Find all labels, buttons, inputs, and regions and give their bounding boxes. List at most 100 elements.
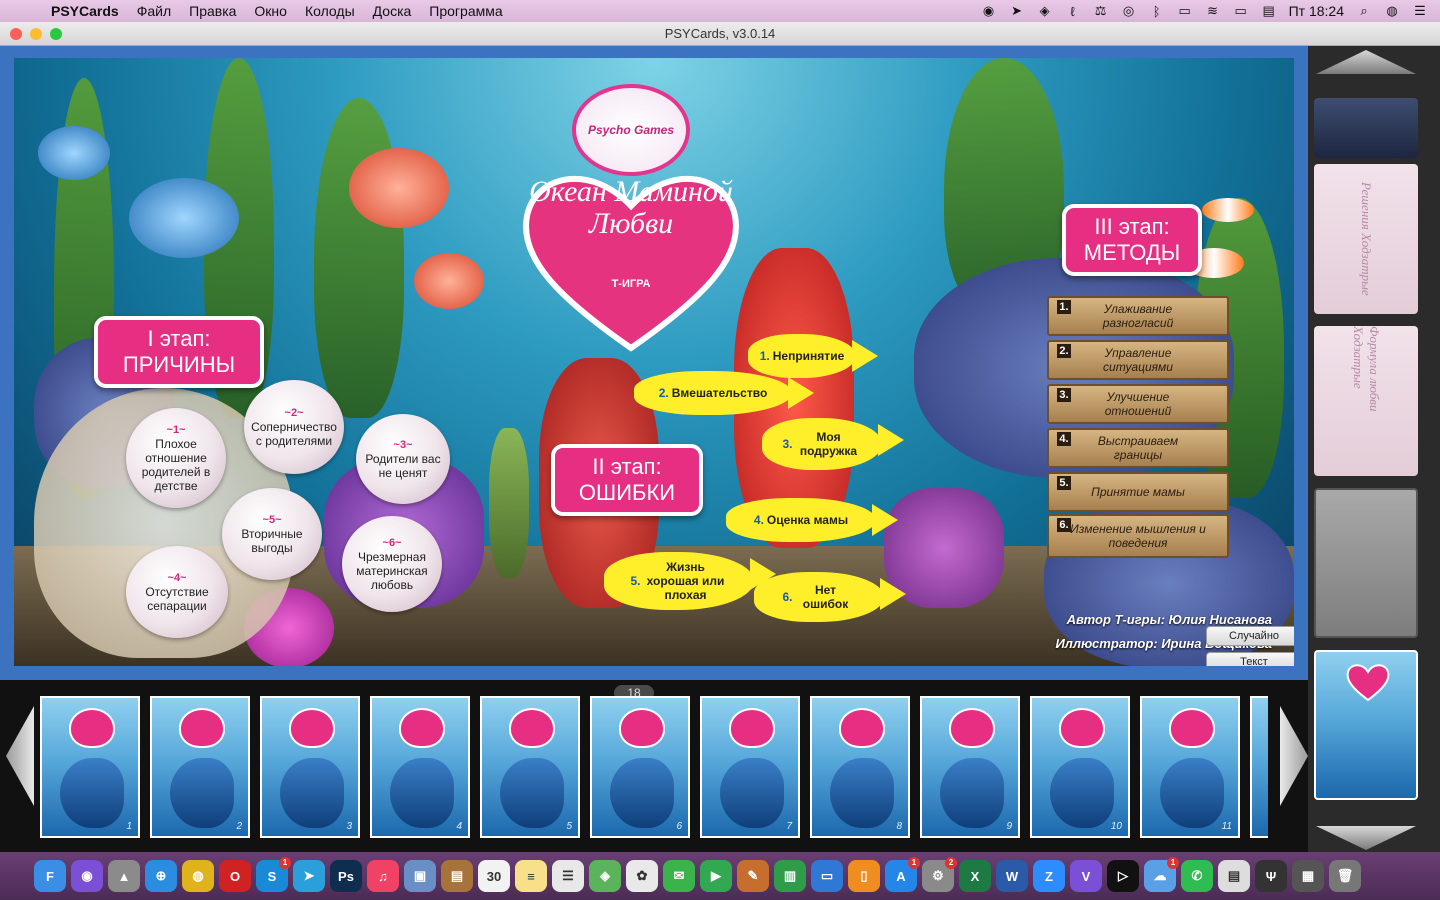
strip-card[interactable]: 5 [480, 696, 580, 838]
safari-dock-icon[interactable]: ⊕ [145, 860, 177, 892]
menu-edit[interactable]: Правка [180, 3, 245, 19]
menu-board[interactable]: Доска [364, 3, 421, 19]
opera-dock-icon[interactable]: O [219, 860, 251, 892]
eye-icon[interactable]: ◎ [1121, 3, 1137, 19]
side-deck-card[interactable]: Формула любви Ходзатрые [1314, 326, 1418, 476]
text-button[interactable]: Текст [1206, 652, 1294, 666]
fish-card-4[interactable]: 4. Оценка мамы [726, 498, 898, 542]
strip-card[interactable]: 9 [920, 696, 1020, 838]
pearl-card-3[interactable]: ~3~ Родители вас не ценят [356, 414, 450, 504]
menu-program[interactable]: Программа [420, 3, 511, 19]
music-dock-icon[interactable]: ♫ [367, 860, 399, 892]
viber-dock-icon[interactable]: V [1070, 860, 1102, 892]
notification-center-icon[interactable]: ☰ [1412, 3, 1428, 19]
plank-card-3[interactable]: 3. Улучшение отношений [1047, 384, 1229, 424]
scale-icon[interactable]: ⚖ [1093, 3, 1109, 19]
downloads-dock-icon[interactable]: ▦ [1292, 860, 1324, 892]
settings-dock-icon[interactable]: ⚙ 2 [922, 857, 957, 892]
launchpad-dock-icon[interactable]: ▲ [108, 860, 140, 892]
side-deck-card[interactable] [1314, 98, 1418, 158]
word-dock-icon[interactable]: W [996, 860, 1028, 892]
whatsapp-dock-icon[interactable]: ✆ [1181, 860, 1213, 892]
textedit-dock-icon[interactable]: ▤ [1218, 860, 1250, 892]
stage-1-label[interactable]: I этап: ПРИЧИНЫ [94, 316, 264, 388]
maps-dock-icon[interactable]: ◈ [589, 860, 621, 892]
menu-file[interactable]: Файл [128, 3, 180, 19]
keynote-edit-dock-icon[interactable]: ✎ [737, 860, 769, 892]
strip-card[interactable]: 7 [700, 696, 800, 838]
menu-window[interactable]: Окно [245, 3, 296, 19]
pearl-card-6[interactable]: ~6~ Чрезмерная материнская любовь [342, 516, 442, 612]
psycards-dock-icon[interactable]: Ψ [1255, 860, 1287, 892]
random-button[interactable]: Случайно [1206, 626, 1294, 646]
pearl-card-1[interactable]: ~1~ Плохое отношение родителей в детстве [126, 408, 226, 508]
flag-icon[interactable]: ▤ [1261, 3, 1277, 19]
siri-icon[interactable]: ◍ [1384, 3, 1400, 19]
spotlight-icon[interactable]: ⌕ [1356, 3, 1372, 19]
facetime-dock-icon[interactable]: ▶ [700, 860, 732, 892]
quicktime-dock-icon[interactable]: ▷ [1107, 860, 1139, 892]
script-icon[interactable]: ℓ [1065, 4, 1081, 19]
strip-card[interactable]: 11 [1140, 696, 1240, 838]
strip-card[interactable]: 6 [590, 696, 690, 838]
telegram-icon[interactable]: ➤ [1009, 3, 1025, 19]
photoshop-dock-icon[interactable]: Ps [330, 860, 362, 892]
clock[interactable]: Пт 18:24 [1289, 3, 1344, 19]
pearl-card-5[interactable]: ~5~ Вторичные выгоды [222, 488, 322, 580]
preview-dock-icon[interactable]: ▣ [404, 860, 436, 892]
appstore-dock-icon[interactable]: A1 [885, 857, 920, 892]
notes-dock-icon[interactable]: ≡ [515, 860, 547, 892]
calendar-dock-icon[interactable]: 30 [478, 860, 510, 892]
trash-icon-glyph: 🗑 [1336, 868, 1354, 883]
side-deck-card[interactable]: Решения Ходзатрые [1314, 164, 1418, 314]
excel-dock-icon[interactable]: X [959, 860, 991, 892]
stage-3-label[interactable]: III этап: МЕТОДЫ [1062, 204, 1202, 276]
plank-card-2[interactable]: 2. Управление ситуациями [1047, 340, 1229, 380]
keynote-dock-icon[interactable]: ▭ [811, 860, 843, 892]
fish-card-1[interactable]: 1. Непринятие [748, 334, 878, 378]
game-board[interactable]: Psycho Games Океан Маминой Любви Т-ИГРА … [14, 58, 1294, 666]
zoom-dock-icon[interactable]: Z [1033, 860, 1065, 892]
notes-brown-dock-icon[interactable]: ▤ [441, 860, 473, 892]
skype-dock-icon[interactable]: S1 [256, 857, 291, 892]
strip-card[interactable]: 8 [810, 696, 910, 838]
airplay-icon[interactable]: ▭ [1177, 3, 1193, 19]
strip-card[interactable]: 4 [370, 696, 470, 838]
pearl-card-4[interactable]: ~4~ Отсутствие сепарации [126, 546, 228, 638]
strip-card[interactable]: 1 [40, 696, 140, 838]
strip-card[interactable]: 10 [1030, 696, 1130, 838]
strip-card-partial[interactable] [1250, 696, 1268, 838]
fish-card-2[interactable]: 2. Вмешательство [634, 371, 814, 415]
side-deck-card-selected[interactable] [1314, 650, 1418, 800]
plank-card-1[interactable]: 1. Улаживание разногласий [1047, 296, 1229, 336]
plank-card-6[interactable]: 6. Изменение мышления и поведения [1047, 514, 1229, 558]
books-dock-icon[interactable]: ▯ [848, 860, 880, 892]
reminders-dock-icon[interactable]: ☰ [552, 860, 584, 892]
viber-icon[interactable]: ◉ [981, 3, 997, 19]
numbers-dock-icon[interactable]: ▥ [774, 860, 806, 892]
telegram-dock-icon[interactable]: ➤ [293, 860, 325, 892]
finder-dock-icon[interactable]: F [34, 860, 66, 892]
photos-dock-icon[interactable]: ✿ [626, 860, 658, 892]
battery-icon[interactable]: ▭ [1233, 3, 1249, 19]
trash-dock-icon[interactable]: 🗑 [1329, 860, 1361, 892]
plank-card-4[interactable]: 4. Выстраиваем границы [1047, 428, 1229, 468]
siri-dock-icon[interactable]: ◉ [71, 860, 103, 892]
plank-card-5[interactable]: 5. Принятие мамы [1047, 472, 1229, 512]
fish-card-5[interactable]: 5. Жизнь хорошая или плохая [604, 552, 776, 610]
menu-app-name[interactable]: PSYCards [42, 3, 128, 19]
bluetooth-icon[interactable]: ᛒ [1149, 4, 1165, 19]
strip-card[interactable]: 3 [260, 696, 360, 838]
strip-card[interactable]: 2 [150, 696, 250, 838]
stage-2-label[interactable]: II этап: ОШИБКИ [551, 444, 703, 516]
wifi-icon[interactable]: ≋ [1205, 3, 1221, 19]
messages-dock-icon[interactable]: ✉ [663, 860, 695, 892]
cloud-dock-icon[interactable]: ☁ 1 [1144, 857, 1179, 892]
side-deck-card[interactable] [1314, 488, 1418, 638]
shield-icon[interactable]: ◈ [1037, 3, 1053, 19]
pearl-card-2[interactable]: ~2~ Соперничество с родителями [244, 380, 344, 474]
chrome-dock-icon[interactable]: ◍ [182, 860, 214, 892]
menu-decks[interactable]: Колоды [296, 3, 364, 19]
fish-card-3[interactable]: 3. Моя подружка [762, 418, 904, 470]
fish-card-6[interactable]: 6. Нет ошибок [754, 572, 906, 622]
